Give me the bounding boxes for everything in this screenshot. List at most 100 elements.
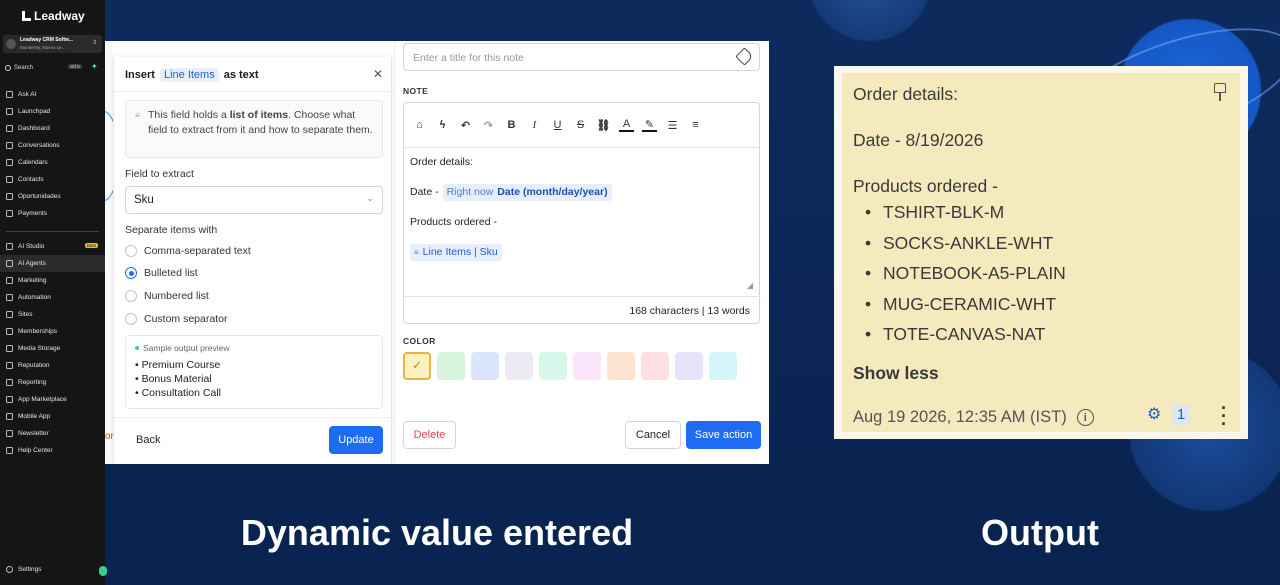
chevron-down-icon: ⌄ xyxy=(366,193,374,203)
sidebar-item-ai-agents[interactable]: AI Agents xyxy=(0,255,105,272)
sidebar: Leadway Leadway CRM Softw... Monterrey, … xyxy=(0,0,107,585)
link-icon[interactable]: ⛓ xyxy=(596,118,611,133)
notification-dot[interactable] xyxy=(99,566,107,576)
sidebar-item-contacts[interactable]: Contacts xyxy=(0,171,105,188)
strikethrough-icon[interactable]: S xyxy=(573,118,588,133)
radio-button[interactable] xyxy=(125,313,137,325)
sidebar-item-oportunidades[interactable]: Oportunidades xyxy=(0,188,105,205)
color-swatch[interactable] xyxy=(709,352,737,380)
sparkle-icon[interactable]: ✦ xyxy=(91,62,98,71)
update-button[interactable]: Update xyxy=(329,426,383,454)
color-swatch[interactable] xyxy=(437,352,465,380)
sidebar-item-reputation[interactable]: Reputation xyxy=(0,357,105,374)
highlight-icon[interactable]: ✎ xyxy=(642,119,657,132)
color-swatches xyxy=(403,352,737,380)
tag-icon[interactable]: ⌂ xyxy=(412,118,427,133)
save-action-button[interactable]: Save action xyxy=(686,421,761,449)
count-badge[interactable]: 1 xyxy=(1172,404,1190,425)
color-swatch[interactable] xyxy=(505,352,533,380)
search-icon xyxy=(5,65,11,71)
grid-icon xyxy=(6,396,13,403)
note-title-input[interactable]: Enter a title for this note xyxy=(403,43,760,71)
text-color-icon[interactable]: A xyxy=(619,118,634,132)
sidebar-item-sites[interactable]: Sites xyxy=(0,306,105,323)
sidebar-item-payments[interactable]: Payments xyxy=(0,205,105,222)
sidebar-item-calendars[interactable]: Calendars xyxy=(0,154,105,171)
more-options-icon[interactable]: · · · xyxy=(1221,399,1227,433)
editor-line: Order details: xyxy=(410,156,474,168)
lightning-icon[interactable]: ϟ xyxy=(435,118,450,133)
character-counter: 168 characters | 13 words xyxy=(404,296,761,324)
color-swatch[interactable] xyxy=(573,352,601,380)
radio-button[interactable] xyxy=(125,245,137,257)
sidebar-item-help-center[interactable]: Help Center xyxy=(0,442,105,459)
output-preview: Sample output preview Premium Course Bon… xyxy=(125,335,383,409)
chart-icon xyxy=(6,379,13,386)
delete-button[interactable]: Delete xyxy=(403,421,456,449)
editor-content[interactable]: Order details: Date - Right now Date (mo… xyxy=(404,148,759,282)
bold-icon[interactable]: B xyxy=(504,118,519,133)
output-list-item: TOTE-CANVAS-NAT xyxy=(865,319,1066,350)
radio-button[interactable] xyxy=(125,290,137,302)
undo-icon[interactable]: ↶ xyxy=(458,118,473,133)
color-swatch[interactable] xyxy=(607,352,635,380)
radio-bulleted[interactable]: Bulleted list xyxy=(125,266,198,280)
tag-icon[interactable] xyxy=(735,47,754,66)
sidebar-item-app-marketplace[interactable]: App Marketplace xyxy=(0,391,105,408)
back-button[interactable]: Back xyxy=(136,434,160,446)
resize-handle-icon[interactable]: ◢ xyxy=(747,281,753,290)
line-items-variable-chip[interactable]: ≡ Line Items | Sku xyxy=(410,244,502,261)
radio-comma[interactable]: Comma-separated text xyxy=(125,244,251,258)
sidebar-divider xyxy=(6,231,99,232)
italic-icon[interactable]: I xyxy=(527,118,542,133)
sidebar-item-launchpad[interactable]: Launchpad xyxy=(0,103,105,120)
radio-numbered[interactable]: Numbered list xyxy=(125,289,209,303)
cancel-button[interactable]: Cancel xyxy=(625,421,681,449)
membership-icon xyxy=(6,328,13,335)
date-variable-chip[interactable]: Right now Date (month/day/year) xyxy=(442,184,612,201)
editor-toolbar: ⌂ ϟ ↶ ↷ B I U S ⛓ A ✎ ☰ ≡ xyxy=(404,103,759,148)
globe-icon xyxy=(6,311,13,318)
sidebar-item-reporting[interactable]: Reporting xyxy=(0,374,105,391)
app-logo[interactable]: Leadway xyxy=(22,9,85,23)
redo-icon[interactable]: ↷ xyxy=(481,118,496,133)
color-swatch[interactable] xyxy=(539,352,567,380)
automation-icon xyxy=(6,294,13,301)
sidebar-item-mobile-app[interactable]: Mobile App xyxy=(0,408,105,425)
workflow-icon[interactable]: ⚙ xyxy=(1147,404,1161,424)
account-location: Monterrey, Nuevo Le... xyxy=(20,45,66,50)
account-avatar xyxy=(6,39,16,49)
color-swatch[interactable] xyxy=(675,352,703,380)
sidebar-item-memberships[interactable]: Memberships xyxy=(0,323,105,340)
sidebar-item-dashboard[interactable]: Dashboard xyxy=(0,120,105,137)
color-swatch[interactable] xyxy=(471,352,499,380)
bullet-list-icon[interactable]: ☰ xyxy=(665,118,680,133)
pin-icon[interactable] xyxy=(1214,83,1226,103)
numbered-list-icon[interactable]: ≡ xyxy=(688,118,703,133)
color-swatch[interactable] xyxy=(641,352,669,380)
sidebar-item-settings[interactable]: Settings xyxy=(6,566,42,573)
note-editor[interactable]: ⌂ ϟ ↶ ↷ B I U S ⛓ A ✎ ☰ ≡ Order details:… xyxy=(403,102,761,324)
close-icon[interactable]: ✕ xyxy=(373,67,383,81)
radio-button-selected[interactable] xyxy=(125,267,137,279)
sidebar-item-ask-ai[interactable]: Ask AI xyxy=(0,86,105,103)
sidebar-item-automation[interactable]: Automation xyxy=(0,289,105,306)
dashboard-icon xyxy=(6,125,13,132)
sidebar-item-conversations[interactable]: Conversations xyxy=(0,137,105,154)
underline-icon[interactable]: U xyxy=(550,118,565,133)
color-swatch-selected[interactable] xyxy=(403,352,431,380)
radio-custom[interactable]: Custom separator xyxy=(125,312,227,326)
sidebar-item-media-storage[interactable]: Media Storage xyxy=(0,340,105,357)
account-name: Leadway CRM Softw... xyxy=(20,37,73,43)
info-icon[interactable]: i xyxy=(1076,409,1094,426)
sidebar-item-newsletter[interactable]: Newsletter xyxy=(0,425,105,442)
sidebar-item-marketing[interactable]: Marketing xyxy=(0,272,105,289)
account-switcher[interactable]: Leadway CRM Softw... Monterrey, Nuevo Le… xyxy=(3,35,102,53)
ai-icon xyxy=(6,91,13,98)
sidebar-item-ai-studio[interactable]: AI Studio Beta xyxy=(0,238,105,255)
search-label: Search xyxy=(14,65,34,71)
show-less-link[interactable]: Show less xyxy=(853,363,939,384)
sidebar-search[interactable]: Search ctrl K ✦ xyxy=(5,62,101,73)
field-select[interactable]: Sku ⌄ xyxy=(125,186,383,214)
logo-icon xyxy=(22,11,31,21)
